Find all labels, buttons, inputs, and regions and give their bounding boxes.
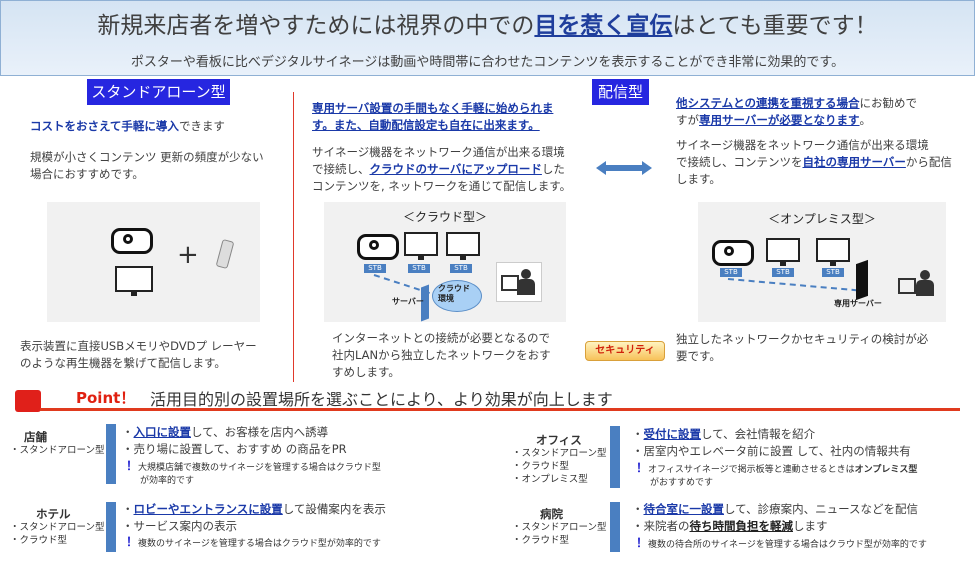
cloud-diagram-title: ＜クラウド型＞: [402, 210, 487, 224]
projector-icon: [111, 228, 153, 254]
divider-line: [293, 92, 294, 382]
stb-box: STB: [450, 264, 472, 273]
use-hotel-name: ホテル: [36, 507, 71, 521]
onprem-lead: 他システムとの連携を重視する場合にお勧めで すが専用サーバーが必要となります。: [676, 96, 918, 127]
use-hospital-note: ！複数の待合所のサイネージを管理する場合はクラウド型が効率的です: [636, 536, 927, 551]
use-hotel-note: ！複数のサイネージを管理する場合はクラウド型が効率的です: [126, 535, 381, 550]
use-store-bar: [106, 424, 116, 484]
server-icon: [856, 259, 868, 301]
use-store-line1: ・入口に設置して、お客様を店内へ誘導: [122, 425, 329, 439]
point-marker: [15, 390, 41, 412]
pc-user-icon: [894, 266, 938, 302]
use-office-bar: [610, 426, 620, 488]
use-hospital-line2: ・来院者の待ち時間負担を軽減します: [632, 519, 828, 533]
delivery-tag: 配信型: [592, 79, 649, 105]
cloud-foot: インターネットとの接続が必要となるので 社内LANから独立したネットワークをおすす…: [332, 331, 551, 379]
use-office-name: オフィス: [536, 433, 582, 447]
use-office-line1: ・受付に設置して、会社情報を紹介: [632, 427, 816, 441]
standalone-lead: コストをおさえて手軽に導入できます: [30, 119, 225, 133]
monitor-icon: [816, 238, 850, 266]
standalone-desc: 規模が小さくコンテンツ 更新の頻度が少ない 場合におすすめです。: [30, 150, 264, 181]
point-text: 活用目的別の設置場所を選ぶことにより、より効果が向上します: [150, 390, 613, 409]
standalone-tag: スタンドアローン型: [87, 79, 230, 105]
onprem-foot: 独立したネットワークかセキュリティの検討が必 要です。: [676, 332, 929, 363]
server-label: 専用サーバー: [834, 299, 882, 308]
use-hospital-types: ・スタンドアローン型 ・クラウド型: [512, 522, 607, 546]
use-hotel-line2: ・サービス案内の表示: [122, 519, 237, 533]
monitor-icon: [766, 238, 800, 266]
plus-icon: +: [177, 240, 199, 270]
stb-box: STB: [720, 268, 742, 277]
monitor-icon: [446, 232, 480, 260]
page-title: 新規来店者を増やすためには視界の中での目を惹く宣伝はとても重要です！: [97, 13, 878, 39]
network-line: [727, 278, 858, 292]
point-label: Point！: [76, 389, 136, 407]
use-hotel-line1: ・ロビーやエントランスに設置して設備案内を表示: [122, 502, 386, 516]
security-badge: セキュリティ: [585, 341, 665, 361]
use-hotel-types: ・スタンドアローン型 ・クラウド型: [10, 522, 105, 546]
use-office-note: ！オフィスサイネージで掲示板等と連動させるときはオンプレミス型 がおすすめです: [636, 461, 918, 489]
stb-box: STB: [408, 264, 430, 273]
use-store-types: ・スタンドアローン型: [10, 445, 105, 456]
use-store-note: ！大規模店舗で複数のサイネージを管理する場合はクラウド型 が効率的です: [126, 459, 381, 487]
pc-user-icon: [496, 262, 542, 302]
stb-box: STB: [364, 264, 386, 273]
cloud-desc: サイネージ機器をネットワーク通信が出来る環境 で接続し、クラウドのサーバにアップ…: [312, 145, 572, 193]
standalone-diagram: +: [47, 202, 260, 322]
onprem-diagram-title: ＜オンプレミス型＞: [768, 212, 876, 226]
onprem-desc: サイネージ機器をネットワーク通信が出来る環境 で接続し、コンテンツを自社の専用サ…: [676, 138, 952, 186]
usb-memory-icon: [215, 238, 235, 270]
use-store-name: 店舗: [24, 430, 47, 444]
use-office-line2: ・居室内やエレベータ前に設置 して、社内の情報共有: [632, 444, 911, 458]
double-arrow-icon: [596, 160, 652, 175]
cloud-label: クラウド 環境: [438, 284, 470, 303]
standalone-foot: 表示装置に直接USBメモリやDVDプ レーヤー のような再生機器を繋げて配信します…: [20, 339, 257, 370]
cloud-diagram: ＜クラウド型＞ STB STB STB クラウド 環境 サーバー: [324, 202, 566, 322]
use-hotel-bar: [106, 502, 116, 552]
monitor-icon: [404, 232, 438, 260]
monitor-icon: [115, 266, 153, 296]
use-store-line2: ・売り場に設置して、おすすめ の商品をPR: [122, 442, 347, 456]
use-hospital-bar: [610, 502, 620, 552]
use-hospital-name: 病院: [540, 507, 563, 521]
stb-box: STB: [772, 268, 794, 277]
stb-box: STB: [822, 268, 844, 277]
projector-icon: [712, 240, 754, 266]
page-subtitle: ポスターや看板に比べデジタルサイネージは動画や時間帯に合わせたコンテンツを表示す…: [130, 55, 845, 70]
cloud-lead: 専用サーバ設置の手間もなく手軽に始められま す。また、自動配信設定も自在に出来ます…: [312, 101, 554, 132]
use-office-types: ・スタンドアローン型 ・クラウド型 ・オンプレミス型: [512, 448, 607, 485]
onprem-diagram: ＜オンプレミス型＞ STB STB STB 専用サーバー: [698, 202, 946, 322]
projector-icon: [357, 234, 399, 260]
use-hospital-line1: ・待合室に一設置して、診療案内、ニュースなどを配信: [632, 502, 919, 516]
server-label: サーバー: [392, 297, 424, 306]
